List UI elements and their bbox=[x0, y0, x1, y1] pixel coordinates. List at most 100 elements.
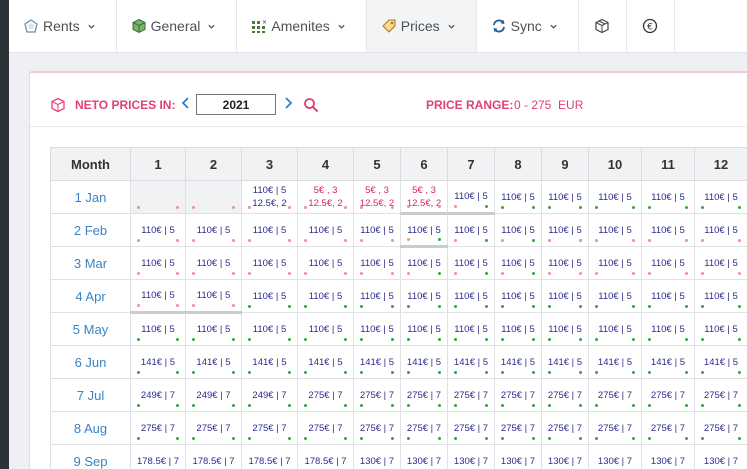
price-cell[interactable]: 178.5€ | 7 bbox=[185, 444, 242, 469]
price-cell[interactable]: 110€ | 5 bbox=[297, 246, 354, 280]
price-cell[interactable]: 275€ | 7 bbox=[541, 411, 589, 445]
prev-year-button[interactable] bbox=[181, 96, 191, 114]
price-cell[interactable]: 275€ | 7 bbox=[694, 378, 747, 412]
price-cell[interactable]: 130€ | 7 bbox=[353, 444, 401, 469]
month-label[interactable]: 9 Sep bbox=[50, 444, 131, 469]
month-label[interactable]: 3 Mar bbox=[50, 246, 131, 280]
price-cell[interactable]: 141€ | 5 bbox=[694, 345, 747, 379]
price-cell[interactable]: 130€ | 7 bbox=[694, 444, 747, 469]
price-cell[interactable]: 141€ | 5 bbox=[297, 345, 354, 379]
price-cell[interactable]: 110€ | 5 bbox=[641, 312, 695, 346]
price-cell[interactable]: 110€ | 5 bbox=[130, 246, 186, 280]
price-cell[interactable]: 110€ | 5 bbox=[494, 279, 542, 313]
price-cell[interactable]: 110€ | 5 bbox=[297, 312, 354, 346]
price-cell[interactable]: 110€ | 5 bbox=[494, 213, 542, 247]
price-cell[interactable]: 5€ , 3 12.5€, 2 bbox=[400, 180, 448, 215]
price-cell[interactable]: 110€ | 5 bbox=[130, 311, 186, 346]
price-cell[interactable]: 110€ | 5 bbox=[400, 213, 448, 248]
price-cell[interactable]: 275€ | 7 bbox=[541, 378, 589, 412]
price-cell[interactable]: 275€ | 7 bbox=[494, 378, 542, 412]
price-cell[interactable]: 130€ | 7 bbox=[641, 444, 695, 469]
price-cell[interactable]: 178.5€ | 7 bbox=[297, 444, 354, 469]
price-cell[interactable]: 110€ | 5 bbox=[241, 312, 298, 346]
price-cell[interactable]: 110€ | 5 bbox=[447, 213, 495, 247]
price-cell[interactable]: 275€ | 7 bbox=[353, 411, 401, 445]
price-cell[interactable]: 130€ | 7 bbox=[588, 444, 642, 469]
price-cell[interactable]: 110€ | 5 bbox=[541, 279, 589, 313]
price-cell[interactable]: 110€ | 5 bbox=[447, 246, 495, 280]
price-cell[interactable]: 110€ | 5 bbox=[494, 180, 542, 214]
price-cell[interactable]: 110€ | 5 bbox=[494, 312, 542, 346]
price-cell[interactable]: 110€ | 5 bbox=[353, 246, 401, 280]
month-label[interactable]: 1 Jan bbox=[50, 180, 131, 214]
price-cell[interactable]: 110€ | 5 bbox=[541, 246, 589, 280]
price-cell[interactable]: 110€ | 5 bbox=[694, 246, 747, 280]
price-cell[interactable] bbox=[185, 180, 242, 214]
price-cell[interactable]: 110€ | 5 bbox=[241, 213, 298, 247]
price-cell[interactable]: 141€ | 5 bbox=[185, 345, 242, 379]
price-cell[interactable]: 130€ | 7 bbox=[447, 444, 495, 469]
price-cell[interactable]: 110€ | 5 bbox=[185, 311, 242, 346]
price-cell[interactable]: 141€ | 5 bbox=[447, 345, 495, 379]
price-cell[interactable]: 275€ | 7 bbox=[130, 411, 186, 445]
price-cell[interactable] bbox=[130, 180, 186, 214]
price-cell[interactable]: 110€ | 5 bbox=[185, 246, 242, 280]
price-cell[interactable]: 275€ | 7 bbox=[400, 378, 448, 412]
price-cell[interactable]: 275€ | 7 bbox=[447, 411, 495, 445]
price-cell[interactable]: 275€ | 7 bbox=[494, 411, 542, 445]
price-cell[interactable]: 178.5€ | 7 bbox=[130, 444, 186, 469]
price-cell[interactable]: 275€ | 7 bbox=[641, 411, 695, 445]
price-cell[interactable]: 110€ | 5 bbox=[353, 213, 401, 247]
price-cell[interactable]: 275€ | 7 bbox=[297, 411, 354, 445]
price-cell[interactable]: 141€ | 5 bbox=[353, 345, 401, 379]
price-cell[interactable]: 130€ | 7 bbox=[400, 444, 448, 469]
price-cell[interactable]: 249€ | 7 bbox=[241, 378, 298, 412]
price-cell[interactable]: 110€ | 5 bbox=[353, 279, 401, 313]
price-cell[interactable]: 110€ | 5 bbox=[588, 180, 642, 214]
price-cell[interactable]: 110€ | 5 bbox=[185, 279, 242, 313]
price-cell[interactable]: 110€ | 5 bbox=[185, 213, 242, 247]
search-icon[interactable] bbox=[303, 97, 319, 113]
price-cell[interactable]: 275€ | 7 bbox=[185, 411, 242, 445]
price-cell[interactable]: 110€ | 5 bbox=[588, 246, 642, 280]
price-cell[interactable]: 110€ | 5 bbox=[541, 213, 589, 247]
month-label[interactable]: 7 Jul bbox=[50, 378, 131, 412]
price-cell[interactable]: 141€ | 5 bbox=[541, 345, 589, 379]
next-year-button[interactable] bbox=[283, 96, 293, 114]
price-cell[interactable]: 110€ | 5 bbox=[641, 180, 695, 214]
price-cell[interactable]: 130€ | 7 bbox=[494, 444, 542, 469]
price-cell[interactable]: 5€ , 3 12.5€, 2 bbox=[353, 180, 401, 214]
price-cell[interactable]: 275€ | 7 bbox=[694, 411, 747, 445]
price-cell[interactable]: 110€ | 5 bbox=[297, 279, 354, 313]
price-cell[interactable]: 130€ | 7 bbox=[541, 444, 589, 469]
nav-general[interactable]: General bbox=[117, 0, 238, 52]
price-cell[interactable]: 275€ | 7 bbox=[353, 378, 401, 412]
price-cell[interactable]: 110€ | 5 bbox=[541, 312, 589, 346]
nav-rents[interactable]: Rents bbox=[9, 0, 117, 52]
price-cell[interactable]: 275€ | 7 bbox=[400, 411, 448, 445]
price-cell[interactable]: 275€ | 7 bbox=[297, 378, 354, 412]
price-cell[interactable]: 110€ | 5 bbox=[130, 279, 186, 313]
month-label[interactable]: 8 Aug bbox=[50, 411, 131, 445]
price-cell[interactable]: 110€ | 5 bbox=[447, 279, 495, 313]
price-cell[interactable]: 110€ | 5 bbox=[694, 213, 747, 247]
price-cell[interactable]: 275€ | 7 bbox=[588, 411, 642, 445]
price-cell[interactable]: 110€ | 5 12.5€, 2 bbox=[241, 180, 298, 214]
price-cell[interactable]: 110€ | 5 bbox=[694, 279, 747, 313]
price-cell[interactable]: 141€ | 5 bbox=[241, 345, 298, 379]
price-cell[interactable]: 141€ | 5 bbox=[494, 345, 542, 379]
price-cell[interactable]: 110€ | 5 bbox=[541, 180, 589, 214]
price-cell[interactable]: 110€ | 5 bbox=[588, 279, 642, 313]
price-cell[interactable]: 110€ | 5 bbox=[494, 246, 542, 280]
price-cell[interactable]: 110€ | 5 bbox=[400, 279, 448, 313]
nav-prices[interactable]: Prices bbox=[366, 0, 477, 52]
month-label[interactable]: 2 Feb bbox=[50, 213, 131, 247]
price-cell[interactable]: 141€ | 5 bbox=[400, 345, 448, 379]
price-cell[interactable]: 141€ | 5 bbox=[130, 345, 186, 379]
price-cell[interactable]: 110€ | 5 bbox=[447, 312, 495, 346]
nav-sync[interactable]: Sync bbox=[477, 0, 579, 52]
price-cell[interactable]: 275€ | 7 bbox=[241, 411, 298, 445]
price-cell[interactable]: 5€ , 3 12.5€, 2 bbox=[297, 180, 354, 214]
price-cell[interactable]: 110€ | 5 bbox=[130, 213, 186, 247]
price-cell[interactable]: 110€ | 5 bbox=[588, 213, 642, 247]
